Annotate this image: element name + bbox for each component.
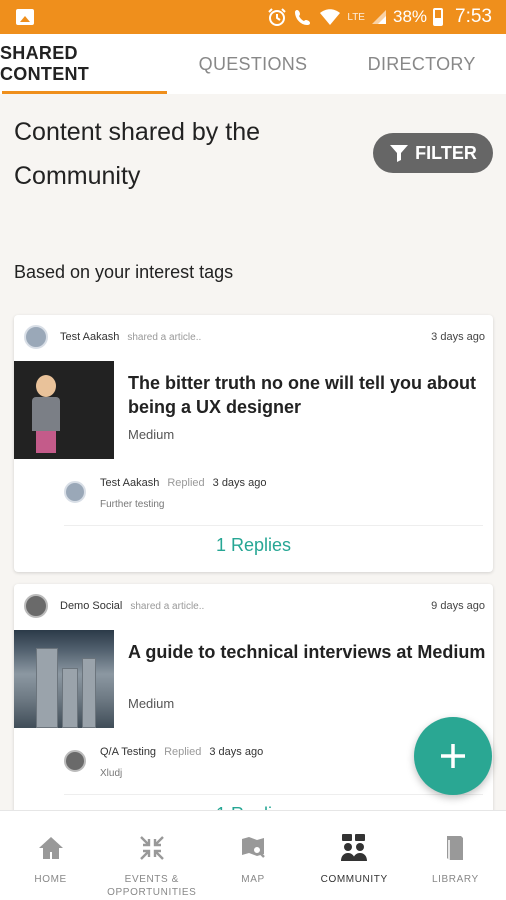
section-subtitle: Based on your interest tags [14, 262, 234, 282]
tab-bar: SHARED CONTENT QUESTIONS DIRECTORY [0, 34, 506, 94]
phone-lte-icon [293, 7, 313, 27]
reply-text: Further testing [100, 499, 165, 510]
image-notification-icon [16, 9, 34, 25]
filter-button[interactable]: FILTER [373, 133, 493, 173]
bottom-navigation: HOME EVENTS & OPPORTUNITIES MAP COMMUNIT… [0, 810, 506, 900]
avatar [24, 325, 48, 349]
article-source: Medium [128, 427, 175, 442]
nav-item-events[interactable]: EVENTS & OPPORTUNITIES [101, 811, 202, 900]
nav-item-library[interactable]: LIBRARY [405, 811, 506, 900]
card-header: Demo Social shared a article.. 9 days ag… [24, 594, 485, 618]
shared-action: shared a article.. [130, 600, 205, 612]
reply-time: 3 days ago [209, 746, 264, 758]
community-icon [339, 833, 369, 863]
wifi-icon [319, 8, 341, 26]
post-time: 9 days ago [431, 600, 485, 612]
signal-icon [371, 9, 387, 25]
reply-user[interactable]: Test Aakash [100, 477, 159, 489]
home-icon [37, 833, 65, 863]
nav-label: LIBRARY [432, 874, 479, 885]
page-title: Content shared by the Community [14, 118, 260, 190]
nav-label: HOME [34, 874, 67, 885]
poster-name[interactable]: Test Aakash [60, 331, 119, 343]
nav-label: COMMUNITY [320, 874, 388, 885]
battery-icon [433, 8, 444, 26]
tab-shared-content[interactable]: SHARED CONTENT [0, 34, 169, 94]
nav-label: MAP [241, 874, 265, 885]
poster-name[interactable]: Demo Social [60, 600, 122, 612]
reply-preview: Test Aakash Replied 3 days ago Further t… [64, 475, 483, 515]
card-header: Test Aakash shared a article.. 3 days ag… [24, 325, 485, 349]
avatar [24, 594, 48, 618]
add-button[interactable] [414, 717, 492, 795]
content-card[interactable]: Demo Social shared a article.. 9 days ag… [14, 584, 493, 824]
battery-percent: 38% [392, 7, 428, 26]
tab-directory[interactable]: DIRECTORY [337, 34, 506, 94]
reply-user[interactable]: Q/A Testing [100, 746, 156, 758]
status-bar: LTE 38% 7:53 [0, 0, 506, 34]
compress-icon [139, 833, 165, 863]
reply-verb: Replied [164, 746, 202, 758]
reply-avatar [64, 481, 86, 503]
content-card[interactable]: Test Aakash shared a article.. 3 days ag… [14, 315, 493, 572]
post-time: 3 days ago [431, 331, 485, 343]
reply-text: Xludj [100, 768, 123, 779]
nav-item-map[interactable]: MAP [202, 811, 303, 900]
article-title[interactable]: The bitter truth no one will tell you ab… [128, 371, 487, 419]
library-icon [443, 833, 467, 863]
divider [64, 525, 483, 526]
clock: 7:53 [455, 6, 492, 27]
article-title[interactable]: A guide to technical interviews at Mediu… [128, 640, 487, 664]
article-thumbnail[interactable] [14, 361, 114, 459]
alarm-icon [267, 7, 287, 27]
nav-label: EVENTS & OPPORTUNITIES [107, 874, 197, 898]
reply-time: 3 days ago [212, 477, 267, 489]
article-source: Medium [128, 696, 175, 711]
replies-link[interactable]: 1 Replies [14, 535, 493, 556]
article-thumbnail[interactable] [14, 630, 114, 728]
reply-verb: Replied [167, 477, 205, 489]
network-type-label: LTE [347, 11, 365, 23]
filter-button-label: FILTER [415, 142, 477, 163]
nav-item-community[interactable]: COMMUNITY [304, 811, 405, 900]
reply-avatar [64, 750, 86, 772]
shared-action: shared a article.. [127, 331, 202, 343]
plus-icon [441, 744, 465, 768]
divider [64, 794, 483, 795]
tab-questions[interactable]: QUESTIONS [169, 34, 338, 94]
filter-icon [390, 145, 409, 162]
nav-item-home[interactable]: HOME [0, 811, 101, 900]
map-icon [240, 833, 266, 863]
